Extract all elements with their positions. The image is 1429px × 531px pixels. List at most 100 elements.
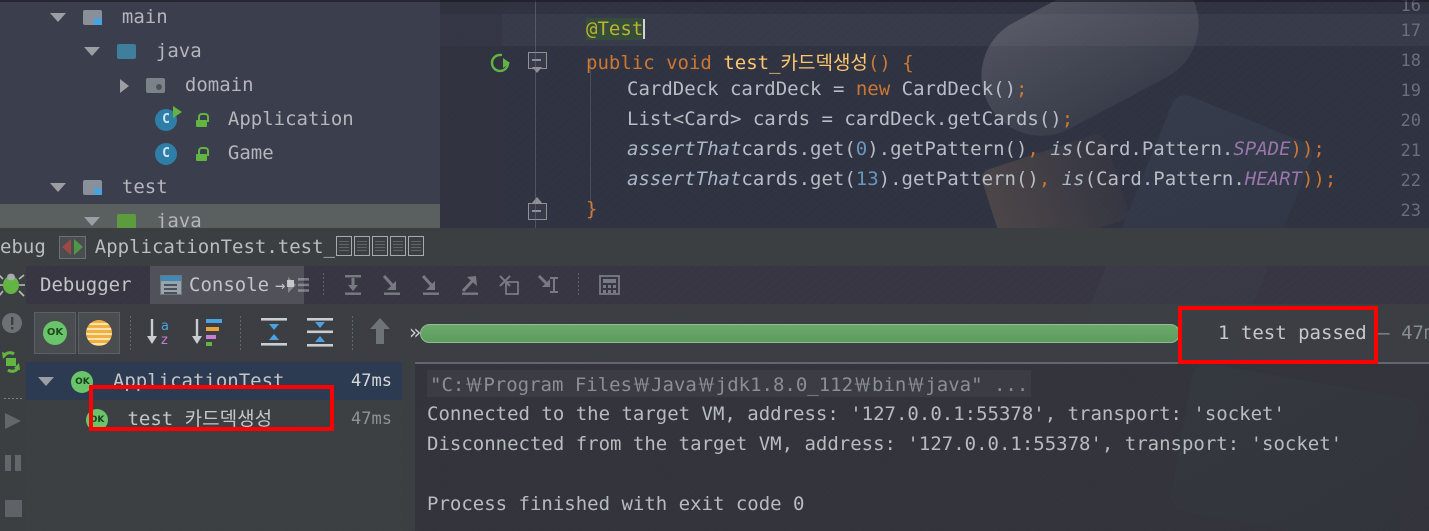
- panel-splitter[interactable]: [402, 362, 415, 531]
- rerun-icon[interactable]: [0, 346, 26, 376]
- run-to-cursor-icon[interactable]: [536, 274, 560, 296]
- ctor-call: CardDeck(): [901, 78, 1017, 100]
- test-source-folder-icon: [117, 214, 137, 228]
- debug-bug-icon[interactable]: [0, 270, 26, 300]
- run-test-gutter-icon[interactable]: [490, 52, 512, 74]
- test-result-label: 1 test passed – 47m: [1218, 322, 1429, 344]
- stop-icon[interactable]: [0, 494, 26, 524]
- test-tree-row-method[interactable]: OK test_카드덱생성 47ms: [26, 400, 402, 438]
- type-token: List<Card>: [627, 108, 742, 130]
- resume-icon[interactable]: [0, 406, 26, 436]
- test-results-tree[interactable]: OK ApplicationTest 47ms OK test_카드덱생성 47…: [26, 362, 402, 531]
- code-line-19: CardDeck cardDeck = new CardDeck();: [627, 78, 1027, 100]
- unrenderable-glyphs: [335, 236, 425, 258]
- ide-window: main java domain C Application C Game te…: [0, 0, 1429, 531]
- ok-green-badge: OK: [43, 321, 67, 345]
- code-line-21: assertThatcards.get(0).getPattern(), is(…: [627, 138, 1325, 160]
- test-duration: 47ms: [351, 371, 392, 391]
- mute-breakpoints-icon[interactable]: [0, 308, 26, 338]
- project-tree-item-game[interactable]: C Game: [0, 136, 440, 170]
- tab-debugger[interactable]: Debugger: [30, 266, 142, 304]
- test-progress-bar: [420, 324, 1180, 343]
- console-output-panel[interactable]: "C:￦Program Files￦Java￦jdk1.8.0_112￦bin￦…: [415, 362, 1429, 531]
- tab-label: Debugger: [40, 274, 132, 296]
- up-arrow-icon[interactable]: [366, 316, 394, 348]
- brace-close: }: [586, 198, 598, 220]
- filter-toggle[interactable]: [78, 312, 120, 354]
- sort-duration-icon[interactable]: [190, 316, 226, 348]
- test-results-toolbar[interactable]: OK az » 1 test passed – 47m: [26, 304, 1429, 362]
- var-token: cards: [752, 108, 811, 130]
- project-tool-window[interactable]: main java domain C Application C Game te…: [0, 0, 440, 228]
- debug-actions-strip[interactable]: [0, 266, 26, 531]
- code-line-23: }: [586, 198, 597, 220]
- project-tree-item-test[interactable]: test: [0, 170, 440, 204]
- module-folder-icon: [83, 180, 103, 195]
- test-tree-row-class[interactable]: OK ApplicationTest 47ms: [26, 362, 402, 400]
- var-token: cardDeck: [729, 78, 822, 100]
- show-execution-point-icon[interactable]: [286, 274, 310, 296]
- static-method-token: assertThat: [627, 138, 742, 160]
- lock-icon: [196, 112, 210, 127]
- test-passed-icon: OK: [71, 370, 94, 393]
- project-tree-item-java-main[interactable]: java: [0, 34, 440, 68]
- project-tree-item-java-test[interactable]: java: [0, 204, 440, 228]
- text-caret: [643, 19, 646, 39]
- toolbar-separator: [130, 316, 131, 350]
- force-step-into-icon[interactable]: [419, 274, 443, 296]
- tab-console[interactable]: Console →: [150, 266, 305, 305]
- project-tree-label: Game: [227, 142, 274, 164]
- kw-void: void: [666, 52, 712, 74]
- project-tree-item-application[interactable]: C Application: [0, 102, 440, 136]
- code-editor[interactable]: 16 17 18 19 20 21 22 23 @Test public voi…: [440, 0, 1429, 228]
- comma: ,: [1038, 168, 1051, 190]
- line-number: 21: [1400, 141, 1421, 161]
- drop-frame-icon[interactable]: [497, 274, 521, 296]
- operator: =: [821, 108, 833, 130]
- line-number: 17: [1400, 21, 1421, 41]
- type-token: CardDeck: [627, 78, 719, 100]
- test-duration: 47ms: [351, 409, 392, 429]
- pause-icon[interactable]: [0, 448, 26, 478]
- console-line: "C:￦Program Files￦Java￦jdk1.8.0_112￦bin￦…: [427, 370, 1032, 397]
- pin-arrow-icon[interactable]: →: [275, 267, 285, 305]
- evaluate-expression-icon[interactable]: [598, 274, 622, 296]
- source-folder-icon: [117, 44, 137, 59]
- static-method-token: assertThat: [627, 168, 742, 190]
- project-tree-item-main[interactable]: main: [0, 0, 440, 34]
- project-tree-item-domain[interactable]: domain: [0, 68, 440, 102]
- chevron-down-icon[interactable]: [84, 217, 100, 226]
- run-configuration-icon: [58, 235, 86, 259]
- step-over-icon[interactable]: [341, 274, 365, 296]
- static-method-token: is: [1061, 168, 1085, 190]
- enum-constant-token: SPADE: [1233, 138, 1291, 160]
- test-result-duration: 47m: [1401, 322, 1429, 344]
- test-tree-label: test_카드덱생성: [127, 408, 273, 430]
- debug-tab-bar[interactable]: Debugger Console →: [26, 266, 1429, 304]
- debug-tool-window-header: ebug ApplicationTest.test_: [0, 228, 1429, 266]
- test-result-text: 1 test passed: [1218, 322, 1367, 344]
- step-out-icon[interactable]: [458, 274, 482, 296]
- method-name-token: test_카드덱생성: [723, 52, 868, 74]
- chevron-down-icon[interactable]: [84, 47, 100, 56]
- step-into-icon[interactable]: [380, 274, 404, 296]
- sort-az-icon[interactable]: az: [144, 316, 180, 348]
- chevron-down-icon[interactable]: [50, 183, 66, 192]
- show-passed-toggle[interactable]: OK: [34, 312, 76, 354]
- collapse-all-icon[interactable]: [302, 316, 338, 348]
- editor-gutter[interactable]: [440, 0, 502, 228]
- editor-top-edge: [0, 0, 1429, 2]
- expand-all-icon[interactable]: [256, 316, 292, 348]
- line-number: 19: [1400, 81, 1421, 101]
- expr-token: cardDeck.getCards(): [844, 108, 1062, 130]
- chevron-right-icon[interactable]: [120, 78, 129, 93]
- code-fold-marker[interactable]: [528, 52, 547, 73]
- package-folder-icon: [146, 78, 166, 93]
- console-icon: [160, 275, 182, 295]
- code-fold-marker-end[interactable]: [528, 197, 547, 220]
- toolbar-separator: [323, 273, 324, 297]
- paren-close: ): [879, 52, 891, 74]
- chevron-down-icon[interactable]: [50, 13, 66, 22]
- expr-token: (Card.Pattern.: [1073, 138, 1234, 160]
- chevron-down-icon[interactable]: [38, 377, 54, 386]
